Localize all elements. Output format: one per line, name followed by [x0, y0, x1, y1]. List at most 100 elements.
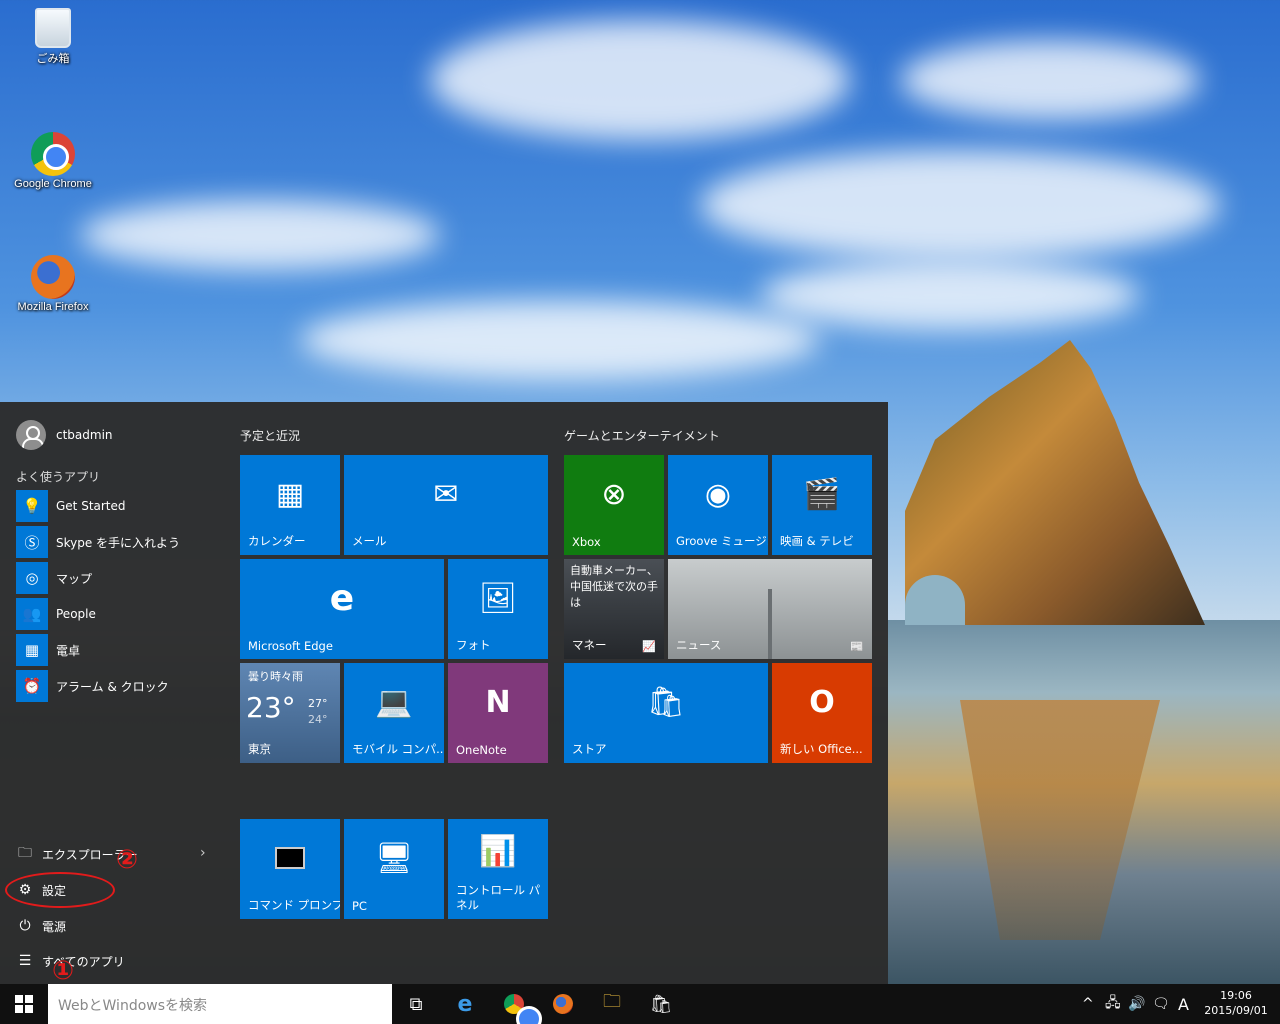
photos-icon: 🖼	[478, 580, 518, 616]
show-hidden-icons[interactable]: ^	[1082, 984, 1094, 1024]
app-label: アラーム & クロック	[56, 679, 169, 694]
tile-label: Groove ミュージ...	[676, 534, 768, 548]
group-header-games: ゲームとエンターテイメント	[564, 429, 720, 443]
tile-onenote[interactable]: N OneNote	[448, 663, 548, 763]
tile-photos[interactable]: 🖼 フォト	[448, 559, 548, 659]
weather-condition: 曇り時々雨	[248, 670, 303, 683]
tile-edge[interactable]: e Microsoft Edge	[240, 559, 444, 659]
clock[interactable]: 19:06 2015/09/01	[1196, 988, 1276, 1018]
tile-label: ストア	[572, 742, 607, 756]
onenote-icon: N	[485, 684, 511, 720]
tile-weather[interactable]: 曇り時々雨 23° 27° 24° 東京	[240, 663, 340, 763]
ime-indicator[interactable]: A	[1178, 984, 1189, 1024]
app-get-started[interactable]: 💡 Get Started	[16, 490, 216, 522]
groove-music-icon: ◉	[704, 476, 732, 512]
weather-high: 27°	[308, 697, 328, 710]
app-calculator[interactable]: ▦ 電卓	[16, 634, 216, 666]
tile-movies-tv[interactable]: 🎬 映画 & テレビ	[772, 455, 872, 555]
tile-label: PC	[352, 899, 367, 913]
cloud	[900, 40, 1200, 120]
app-alarm-clock[interactable]: ⏰ アラーム & クロック	[16, 670, 216, 702]
start-menu: ctbadmin よく使うアプリ 💡 Get Started Ⓢ Skype を…	[0, 402, 888, 984]
tile-groove[interactable]: ◉ Groove ミュージ...	[668, 455, 768, 555]
search-placeholder: WebとWindowsを検索	[58, 998, 208, 1014]
user-avatar-icon	[16, 420, 46, 450]
tile-label: Xbox	[572, 535, 601, 549]
annotation-step-1: ①	[52, 956, 75, 986]
task-view-icon: ⧉	[409, 993, 423, 1015]
tile-store[interactable]: 🛍 ストア	[564, 663, 768, 763]
skype-icon: Ⓢ	[16, 526, 48, 558]
tile-label: Microsoft Edge	[248, 639, 333, 653]
power-label: 電源	[42, 919, 67, 934]
recycle-bin-icon	[35, 8, 71, 48]
search-input[interactable]: WebとWindowsを検索	[48, 984, 392, 1024]
desktop-icon-label: Google Chrome	[14, 178, 92, 190]
tile-office[interactable]: O 新しい Office...	[772, 663, 872, 763]
list-icon: ☰	[18, 953, 32, 969]
desktop-icon-chrome[interactable]: Google Chrome	[8, 132, 98, 190]
desktop-icon-label: ごみ箱	[36, 53, 70, 65]
annotation-step-2: ②	[116, 845, 139, 875]
chart-icon: 📈	[642, 640, 656, 653]
desktop-icon-recycle-bin[interactable]: ごみ箱	[8, 8, 98, 66]
weather-city: 東京	[248, 742, 271, 756]
firefox-icon	[553, 994, 573, 1014]
calendar-icon: ▦	[275, 476, 305, 512]
app-label: マップ	[56, 571, 93, 586]
cloud	[430, 20, 850, 140]
tile-label: マネー	[572, 638, 607, 652]
clock-date: 2015/09/01	[1204, 1004, 1268, 1017]
action-center-icon[interactable]: 🗨	[1152, 984, 1170, 1024]
user-account[interactable]: ctbadmin	[16, 420, 113, 450]
taskbar-explorer[interactable]: 🗀	[588, 984, 636, 1024]
alarm-clock-icon: ⏰	[16, 670, 48, 702]
app-people[interactable]: 👥 People	[16, 598, 216, 630]
tile-mobile-companion[interactable]: 💻 モバイル コンパ...	[344, 663, 444, 763]
app-label: People	[56, 607, 96, 621]
cloud	[700, 150, 1220, 260]
tile-news[interactable]: ニュース 📰	[668, 559, 872, 659]
pc-icon: 🖥	[374, 840, 414, 876]
control-panel-icon: 📊	[479, 833, 517, 869]
cloud	[760, 260, 1140, 330]
taskbar-firefox[interactable]	[539, 984, 587, 1024]
tile-control-panel[interactable]: 📊 コントロール パネル	[448, 819, 548, 919]
user-name: ctbadmin	[56, 428, 113, 442]
taskbar: WebとWindowsを検索 ⧉ e 🗀 🛍 ^ 🖧 🔊 🗨 A 19:06 2…	[0, 984, 1280, 1024]
store-bag-icon: 🛍	[646, 684, 686, 720]
taskbar-store[interactable]: 🛍	[637, 984, 685, 1024]
tile-label: ニュース	[676, 638, 722, 652]
power-button[interactable]: ⏻ 電源	[16, 913, 216, 939]
power-icon: ⏻	[19, 918, 31, 934]
volume-icon[interactable]: 🔊	[1128, 984, 1145, 1024]
tile-pc[interactable]: 🖥 PC	[344, 819, 444, 919]
tile-command-prompt[interactable]: コマンド プロンプト	[240, 819, 340, 919]
firefox-icon	[31, 255, 75, 299]
cmd-icon	[240, 819, 340, 897]
app-skype[interactable]: Ⓢ Skype を手に入れよう	[16, 526, 216, 558]
tile-xbox[interactable]: ⊗ Xbox	[564, 455, 664, 555]
app-maps[interactable]: ◎ マップ	[16, 562, 216, 594]
start-button[interactable]	[0, 984, 48, 1024]
annotation-ring-settings	[5, 872, 115, 908]
app-label: Skype を手に入れよう	[56, 535, 181, 550]
chevron-right-icon[interactable]: ›	[200, 845, 206, 861]
app-label: 電卓	[56, 643, 81, 658]
edge-icon: e	[329, 577, 355, 619]
tile-label: カレンダー	[248, 534, 306, 548]
chrome-icon	[31, 132, 75, 176]
taskbar-edge[interactable]: e	[441, 984, 489, 1024]
all-apps-button[interactable]: ☰ すべてのアプリ	[16, 948, 216, 974]
network-icon[interactable]: 🖧	[1105, 984, 1121, 1024]
taskbar-chrome[interactable]	[490, 984, 542, 1024]
tile-money[interactable]: 自動車メーカー、中国低迷で次の手は マネー 📈	[564, 559, 664, 659]
tile-label: 新しい Office...	[780, 742, 863, 756]
task-view-button[interactable]: ⧉	[392, 984, 440, 1024]
tile-mail[interactable]: ✉ メール	[344, 455, 548, 555]
tile-calendar[interactable]: ▦ カレンダー	[240, 455, 340, 555]
cloud	[80, 200, 440, 270]
desktop-icon-firefox[interactable]: Mozilla Firefox	[8, 255, 98, 313]
money-headline: 自動車メーカー、中国低迷で次の手は	[570, 564, 658, 609]
tile-label: 映画 & テレビ	[780, 534, 854, 548]
